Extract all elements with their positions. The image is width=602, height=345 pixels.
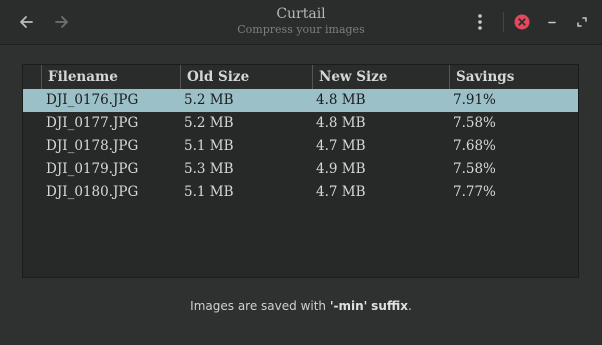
table-row[interactable]: DJI_0176.JPG 5.2 MB 4.8 MB 7.91% bbox=[23, 89, 578, 112]
cell-savings: 7.68% bbox=[453, 138, 496, 154]
cell-old-size: 5.2 MB bbox=[184, 92, 234, 108]
note-suffix-name: '-min' bbox=[329, 299, 368, 313]
cell-new-size: 4.9 MB bbox=[316, 161, 366, 177]
cell-old-size: 5.2 MB bbox=[184, 115, 234, 131]
kebab-menu-icon bbox=[478, 14, 482, 30]
cell-filename: DJI_0178.JPG bbox=[46, 138, 139, 154]
minimize-icon bbox=[548, 21, 556, 24]
save-suffix-note: Images are saved with '-min' suffix. bbox=[0, 299, 602, 313]
note-suffix-word: suffix bbox=[371, 299, 408, 313]
cell-new-size: 4.8 MB bbox=[316, 92, 366, 108]
header-bar: Curtail Compress your images bbox=[0, 0, 602, 45]
cell-old-size: 5.3 MB bbox=[184, 161, 234, 177]
cell-filename: DJI_0176.JPG bbox=[46, 92, 139, 108]
table-header: Filename Old Size New Size Savings bbox=[23, 65, 578, 89]
cell-filename: DJI_0179.JPG bbox=[46, 161, 139, 177]
column-header-filename[interactable]: Filename bbox=[41, 65, 181, 89]
cell-savings: 7.58% bbox=[453, 161, 496, 177]
cell-new-size: 4.8 MB bbox=[316, 115, 366, 131]
cell-new-size: 4.7 MB bbox=[316, 184, 366, 200]
note-prefix: Images are saved with bbox=[190, 299, 330, 313]
column-header-new-size[interactable]: New Size bbox=[312, 65, 450, 89]
cell-savings: 7.91% bbox=[453, 92, 496, 108]
cell-old-size: 5.1 MB bbox=[184, 184, 234, 200]
cell-filename: DJI_0180.JPG bbox=[46, 184, 139, 200]
table-row[interactable]: DJI_0177.JPG 5.2 MB 4.8 MB 7.58% bbox=[23, 112, 578, 135]
maximize-icon bbox=[577, 17, 587, 27]
table-row[interactable]: DJI_0179.JPG 5.3 MB 4.9 MB 7.58% bbox=[23, 158, 578, 181]
cell-savings: 7.77% bbox=[453, 184, 496, 200]
cell-filename: DJI_0177.JPG bbox=[46, 115, 139, 131]
note-end: . bbox=[407, 299, 412, 313]
menu-button[interactable] bbox=[466, 8, 494, 36]
table-row[interactable]: DJI_0180.JPG 5.1 MB 4.7 MB 7.77% bbox=[23, 181, 578, 204]
maximize-button[interactable] bbox=[568, 8, 596, 36]
cell-old-size: 5.1 MB bbox=[184, 138, 234, 154]
column-header-old-size[interactable]: Old Size bbox=[180, 65, 312, 89]
column-header-savings[interactable]: Savings bbox=[449, 65, 579, 89]
close-button[interactable] bbox=[508, 8, 536, 36]
minimize-button[interactable] bbox=[538, 8, 566, 36]
close-icon bbox=[514, 14, 530, 30]
results-table: Filename Old Size New Size Savings DJI_0… bbox=[22, 64, 579, 278]
curtail-window: Curtail Compress your images Filename Ol… bbox=[0, 0, 602, 345]
cell-savings: 7.58% bbox=[453, 115, 496, 131]
header-separator bbox=[503, 12, 504, 32]
table-row[interactable]: DJI_0178.JPG 5.1 MB 4.7 MB 7.68% bbox=[23, 135, 578, 158]
cell-new-size: 4.7 MB bbox=[316, 138, 366, 154]
